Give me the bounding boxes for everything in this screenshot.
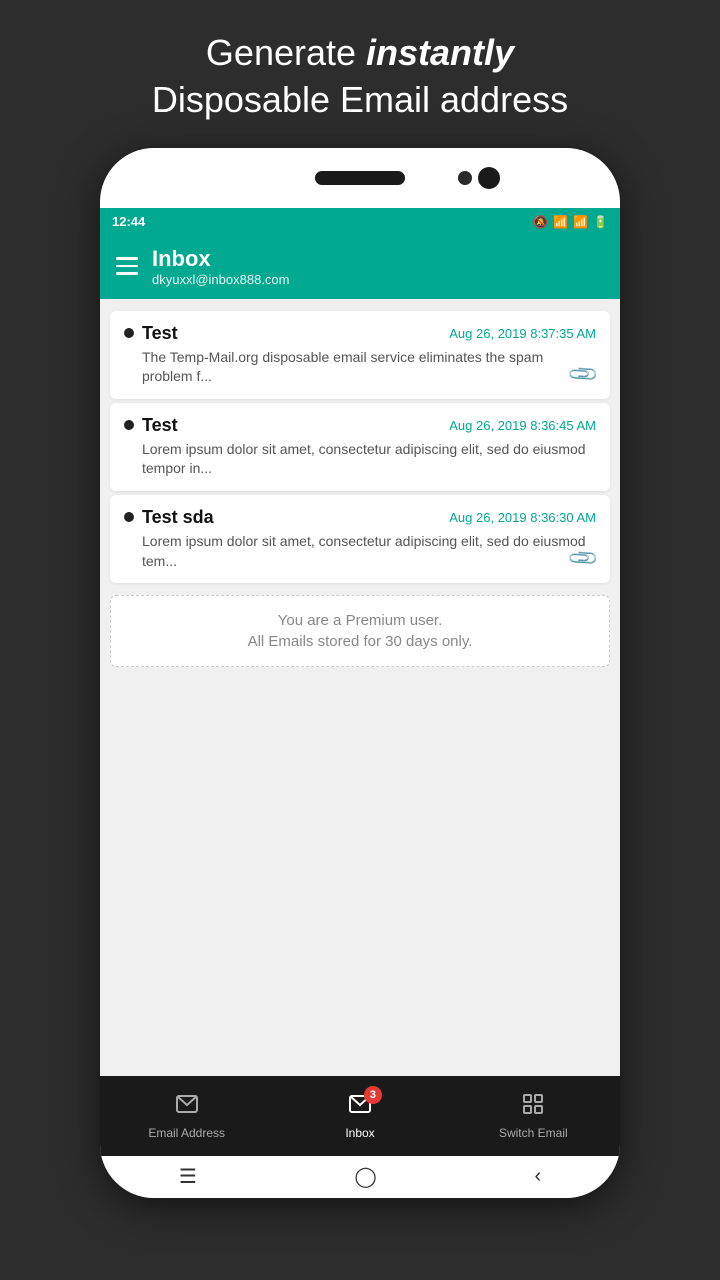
nav-item-switch-email[interactable]: Switch Email xyxy=(447,1092,620,1140)
app-bar-title: Inbox xyxy=(152,246,289,272)
email-preview-3: Lorem ipsum dolor sit amet, consectetur … xyxy=(124,532,596,571)
email-list: Test Aug 26, 2019 8:37:35 AM The Temp-Ma… xyxy=(100,299,620,1076)
headline-line2: Disposable Email address xyxy=(152,79,568,120)
nav-label-switch-email: Switch Email xyxy=(499,1126,568,1140)
speaker xyxy=(315,171,405,185)
premium-banner: You are a Premium user. All Emails store… xyxy=(110,595,610,667)
status-bar: 12:44 🔕 📶 📶 🔋 xyxy=(100,208,620,236)
battery-icon: 🔋 xyxy=(593,215,608,229)
email-card-2[interactable]: Test Aug 26, 2019 8:36:45 AM Lorem ipsum… xyxy=(110,403,610,491)
email-card-1[interactable]: Test Aug 26, 2019 8:37:35 AM The Temp-Ma… xyxy=(110,311,610,399)
nav-item-inbox[interactable]: 3 Inbox xyxy=(273,1092,446,1140)
nav-item-email-address[interactable]: Email Address xyxy=(100,1092,273,1140)
unread-dot-3 xyxy=(124,512,134,522)
mute-icon: 🔕 xyxy=(533,215,548,229)
signal-icon: 📶 xyxy=(573,215,588,229)
status-time: 12:44 xyxy=(112,214,145,229)
email-address-icon xyxy=(175,1092,199,1122)
home-button[interactable]: ◯ xyxy=(354,1164,376,1189)
premium-banner-line2: All Emails stored for 30 days only. xyxy=(127,633,593,650)
back-button[interactable]: ‹ xyxy=(534,1165,541,1188)
premium-banner-line1: You are a Premium user. xyxy=(127,612,593,629)
email-sender-3: Test sda xyxy=(142,507,214,528)
unread-dot-1 xyxy=(124,328,134,338)
unread-dot-2 xyxy=(124,420,134,430)
nav-label-email-address: Email Address xyxy=(148,1126,225,1140)
switch-email-icon xyxy=(521,1092,545,1122)
email-preview-2: Lorem ipsum dolor sit amet, consectetur … xyxy=(124,440,596,479)
headline-line1: Generate instantly xyxy=(206,32,514,73)
email-date-1: Aug 26, 2019 8:37:35 AM xyxy=(449,326,596,341)
status-icons: 🔕 📶 📶 🔋 xyxy=(533,215,608,229)
email-sender-1: Test xyxy=(142,323,178,344)
hamburger-menu-button[interactable] xyxy=(116,257,138,275)
nav-label-inbox: Inbox xyxy=(345,1126,374,1140)
inbox-badge: 3 xyxy=(364,1086,382,1104)
phone-top-bezel xyxy=(100,148,620,208)
wifi-icon: 📶 xyxy=(553,215,568,229)
email-preview-1: The Temp-Mail.org disposable email servi… xyxy=(124,348,596,387)
recents-button[interactable]: ☰ xyxy=(179,1164,197,1189)
email-date-3: Aug 26, 2019 8:36:30 AM xyxy=(449,510,596,525)
email-card-3[interactable]: Test sda Aug 26, 2019 8:36:30 AM Lorem i… xyxy=(110,495,610,583)
email-date-2: Aug 26, 2019 8:36:45 AM xyxy=(449,418,596,433)
android-nav-bar: ☰ ◯ ‹ xyxy=(100,1156,620,1198)
sensor xyxy=(458,171,472,185)
app-bar: Inbox dkyuxxl@inbox888.com xyxy=(100,236,620,299)
phone-frame: 12:44 🔕 📶 📶 🔋 Inbox dkyuxxl@inbox888.com xyxy=(100,148,620,1198)
app-bar-text: Inbox dkyuxxl@inbox888.com xyxy=(152,246,289,287)
email-sender-2: Test xyxy=(142,415,178,436)
camera xyxy=(478,167,500,189)
bottom-nav: Email Address 3 Inbox xyxy=(100,1076,620,1156)
app-bar-subtitle: dkyuxxl@inbox888.com xyxy=(152,272,289,287)
headline: Generate instantly Disposable Email addr… xyxy=(152,30,568,124)
